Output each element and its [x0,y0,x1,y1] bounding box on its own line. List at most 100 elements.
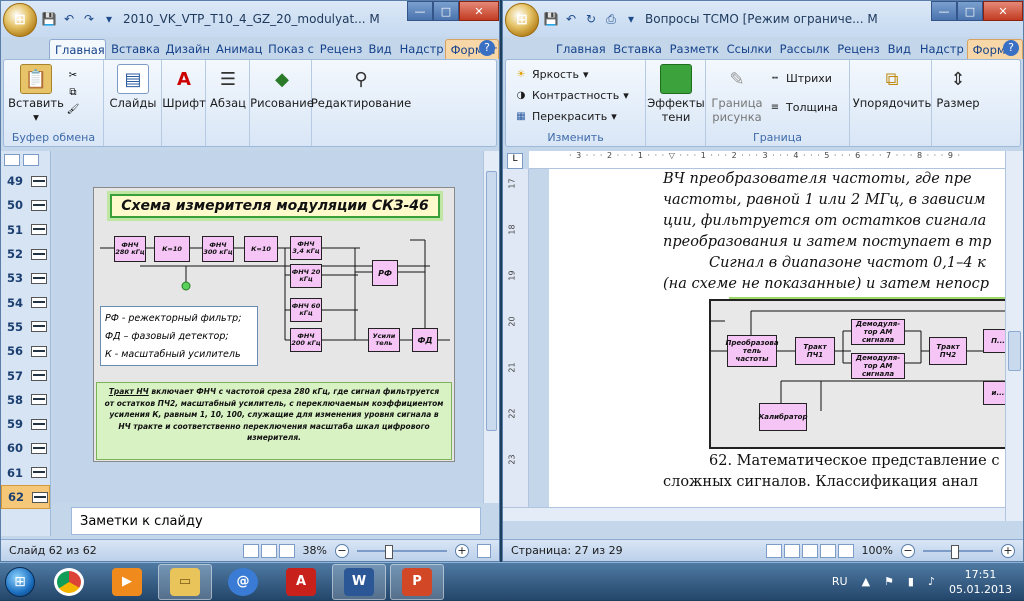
tab-view[interactable]: Вид [363,39,394,59]
vertical-ruler[interactable]: 17 18 19 20 21 22 23 [503,169,529,507]
customize-icon[interactable]: ▾ [623,11,639,27]
tab-home[interactable]: Главная [49,39,107,59]
tab-insert[interactable]: Вставка [608,39,664,59]
tab-selector[interactable]: L [507,153,523,169]
notes-field[interactable]: Заметки к слайду [71,507,481,535]
scroll-thumb[interactable] [486,171,497,431]
legend-box[interactable]: РФ - режекторный фильтр; ФД – фазовый де… [100,306,258,366]
office-button[interactable]: ⊞ [505,2,539,37]
horizontal-ruler[interactable]: · 3 · · · 2 · · · 1 · · · ▽ · · · 1 · · … [529,151,1005,169]
zoom-out-icon[interactable]: − [335,543,349,558]
thumbnail-item[interactable]: 52 [1,242,50,266]
thumbnail-item[interactable]: 50 [1,193,50,217]
tab-animation[interactable]: Анимац [211,39,263,59]
thumbnail-item[interactable]: 51 [1,218,50,242]
zoom-slider[interactable] [923,544,993,559]
zoom-slider[interactable] [357,544,447,559]
draft-view-icon[interactable] [837,543,854,558]
repeat-icon[interactable]: ↻ [583,11,599,27]
thumbnail-item[interactable]: 60 [1,436,50,460]
clock[interactable]: 17:51 05.01.2013 [949,567,1012,597]
tab-home[interactable]: Главная [551,39,608,59]
tab-view[interactable]: Вид [883,39,915,59]
font-button[interactable]: A Шрифт [162,64,206,111]
start-button[interactable]: ⊞ [0,563,40,601]
print-preview-icon[interactable]: ⎙ [603,11,619,27]
zoom-in-icon[interactable]: + [455,543,469,558]
taskbar-mail[interactable]: @ [216,564,270,600]
tab-references[interactable]: Ссылки [722,39,775,59]
outline-view-icon[interactable] [819,543,836,558]
document-diagram[interactable]: Преобразова тель частоты Тракт ПЧ1 Демод… [709,299,1009,449]
thumbnail-item[interactable]: 54 [1,290,50,314]
contrast-button[interactable]: ◑ Контрастность ▾ [514,85,641,106]
tab-design[interactable]: Дизайн [160,39,211,59]
taskbar-acrobat[interactable]: A [274,564,328,600]
slideshow-view-icon[interactable] [278,543,295,558]
tab-page-layout[interactable]: Разметк [665,39,722,59]
thumbnail-item[interactable]: 56 [1,339,50,363]
undo-icon[interactable]: ↶ [563,11,579,27]
help-icon[interactable]: ? [1003,40,1019,56]
customize-icon[interactable]: ▾ [101,11,117,27]
save-icon[interactable]: 💾 [41,11,57,27]
help-icon[interactable]: ? [479,40,495,56]
recolor-button[interactable]: ▦ Перекрасить ▾ [514,106,641,127]
network-icon[interactable]: ▮ [908,575,914,588]
zoom-in-icon[interactable]: + [1001,543,1015,558]
taskbar-media-player[interactable]: ▶ [100,564,154,600]
scroll-thumb[interactable] [1008,331,1021,371]
copy-icon[interactable]: ⧉ [66,85,80,99]
undo-icon[interactable]: ↶ [61,11,77,27]
minimize-button[interactable]: — [931,1,957,21]
save-icon[interactable]: 💾 [543,11,559,27]
weight-button[interactable]: ≡ Толщина [768,97,838,118]
volume-icon[interactable]: ♪ [928,575,935,588]
size-button[interactable]: ⇕ Размер [936,64,980,111]
format-painter-icon[interactable]: 🖌 [66,102,80,116]
thumbnail-item[interactable]: 58 [1,388,50,412]
taskbar-chrome[interactable] [42,564,96,600]
web-layout-icon[interactable] [801,543,818,558]
cut-icon[interactable]: ✂ [66,68,80,82]
flag-icon[interactable]: ⚑ [884,575,894,588]
outline-tab[interactable] [23,154,39,166]
office-button[interactable]: ⊞ [3,2,37,37]
drawing-button[interactable]: ◆ Рисование [250,64,314,111]
minimize-button[interactable]: — [407,1,433,21]
dashes-button[interactable]: ┅ Штрихи [768,68,838,89]
taskbar-explorer[interactable]: ▭ [158,563,212,600]
print-layout-icon[interactable] [765,543,782,558]
taskbar-powerpoint[interactable]: P [390,563,444,600]
horizontal-scrollbar[interactable] [503,507,1005,521]
vertical-scrollbar[interactable] [1005,151,1023,521]
maximize-button[interactable]: □ [433,1,459,21]
arrange-button[interactable]: ⧉ Упорядочить [853,64,932,111]
slide-title[interactable]: Схема измерителя модуляции СКЗ-46 [110,194,440,218]
tab-insert[interactable]: Вставка [106,39,160,59]
tab-addins[interactable]: Надстр [395,39,445,59]
tab-slideshow[interactable]: Показ с [263,39,315,59]
normal-view-icon[interactable] [242,543,259,558]
thumbnail-item[interactable]: 53 [1,266,50,290]
close-button[interactable]: ✕ [983,1,1023,21]
thumbnail-item[interactable]: 62 [1,484,50,510]
reading-view-icon[interactable] [783,543,800,558]
redo-icon[interactable]: ↷ [81,11,97,27]
language-indicator[interactable]: RU [832,575,848,588]
thumbnail-item[interactable]: 61 [1,461,50,485]
zoom-out-icon[interactable]: − [901,543,915,558]
vertical-scrollbar[interactable] [483,151,499,503]
taskbar-word[interactable]: W [332,563,386,600]
picture-border-button[interactable]: ✎ Граница рисунка [710,64,764,125]
tray-expand-icon[interactable]: ▲ [862,575,870,588]
paragraph-button[interactable]: ☰ Абзац [210,64,246,111]
tab-addins[interactable]: Надстр [915,39,967,59]
editing-button[interactable]: ⚲ Редактирование [311,64,411,111]
close-button[interactable]: ✕ [459,1,499,21]
slides-button[interactable]: ▤ Слайды [108,64,158,110]
slides-tab[interactable] [4,154,20,166]
maximize-button[interactable]: □ [957,1,983,21]
slide-description[interactable]: Тракт НЧ включает ФНЧ с частотой среза 2… [96,382,452,460]
brightness-button[interactable]: ☀ Яркость ▾ [514,64,641,85]
